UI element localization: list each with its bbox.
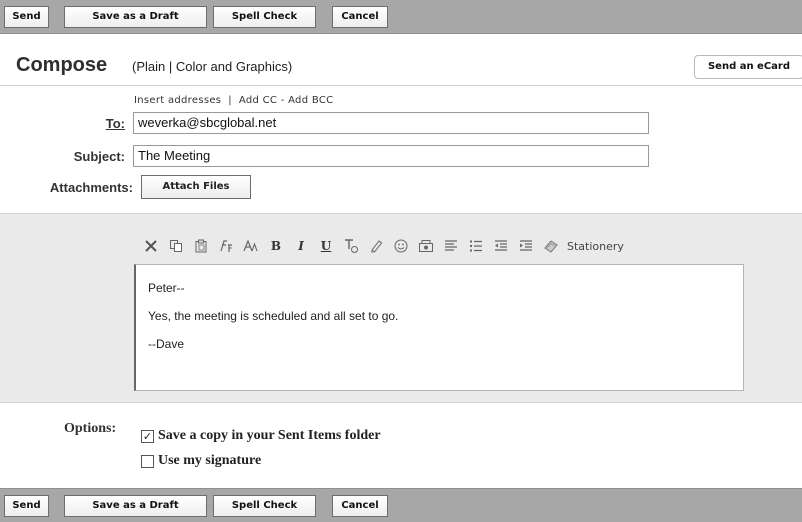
- signature-checkbox[interactable]: [141, 454, 154, 468]
- to-field[interactable]: weverka@sbcglobal.net: [133, 112, 649, 134]
- align-icon[interactable]: [440, 235, 462, 257]
- address-link-separator: |: [221, 95, 239, 106]
- subject-field[interactable]: The Meeting: [133, 145, 649, 167]
- signature-label: Use my signature: [158, 453, 262, 468]
- subject-label: Subject:: [73, 149, 125, 164]
- save-copy-checkbox[interactable]: ✓: [141, 429, 154, 443]
- message-line: Yes, the meeting is scheduled and all se…: [148, 309, 399, 323]
- page-title: Compose: [16, 54, 108, 76]
- spell-check-button[interactable]: Spell Check: [213, 495, 316, 517]
- message-line: --Dave: [148, 337, 185, 351]
- add-bcc-link[interactable]: Add BCC: [288, 95, 333, 106]
- color-graphics-mode-link[interactable]: Color and Graphics: [176, 59, 288, 74]
- attachments-label: Attachments:: [49, 180, 133, 195]
- mode-close-paren: ): [287, 59, 293, 74]
- attach-files-button[interactable]: Attach Files: [141, 175, 251, 199]
- address-links: Insert addresses | Add CC - Add BCC: [134, 95, 333, 106]
- stationery-link[interactable]: Stationery: [567, 240, 624, 253]
- formatting-toolbar: B I U Stationery: [140, 235, 624, 257]
- font-face-icon[interactable]: [215, 235, 237, 257]
- bulleted-list-icon[interactable]: [465, 235, 487, 257]
- paste-icon[interactable]: [190, 235, 212, 257]
- compose-mode-switch: (Plain | Color and Graphics): [132, 59, 292, 74]
- message-body-editor[interactable]: Peter-- Yes, the meeting is scheduled an…: [134, 264, 744, 391]
- save-copy-option[interactable]: ✓ Save a copy in your Sent Items folder: [141, 428, 381, 444]
- message-line: Peter--: [148, 281, 185, 295]
- spell-check-button[interactable]: Spell Check: [213, 6, 316, 28]
- cut-icon[interactable]: [140, 235, 162, 257]
- cancel-button[interactable]: Cancel: [332, 495, 388, 517]
- bold-icon[interactable]: B: [265, 235, 287, 257]
- italic-icon[interactable]: I: [290, 235, 312, 257]
- header-divider: [0, 85, 802, 86]
- bottom-toolbar: Send Save as a Draft Spell Check Cancel: [0, 488, 802, 522]
- insert-image-icon[interactable]: [415, 235, 437, 257]
- cancel-button[interactable]: Cancel: [332, 6, 388, 28]
- underline-icon[interactable]: U: [315, 235, 337, 257]
- font-size-icon[interactable]: [240, 235, 262, 257]
- to-label-link[interactable]: To:: [30, 116, 125, 131]
- copy-icon[interactable]: [165, 235, 187, 257]
- text-color-icon[interactable]: [340, 235, 362, 257]
- save-draft-button[interactable]: Save as a Draft: [64, 6, 207, 28]
- send-button[interactable]: Send: [4, 6, 49, 28]
- compose-header: Compose (Plain | Color and Graphics) Sen…: [0, 49, 802, 85]
- add-cc-link[interactable]: Add CC: [239, 95, 277, 106]
- highlight-icon[interactable]: [365, 235, 387, 257]
- address-link-separator: -: [277, 95, 289, 106]
- save-copy-label: Save a copy in your Sent Items folder: [158, 428, 381, 443]
- save-draft-button[interactable]: Save as a Draft: [64, 495, 207, 517]
- signature-option[interactable]: Use my signature: [141, 453, 261, 469]
- options-label: Options:: [64, 421, 117, 436]
- mode-separator: |: [165, 59, 176, 74]
- outdent-icon[interactable]: [490, 235, 512, 257]
- stationery-icon[interactable]: [540, 235, 562, 257]
- top-toolbar: Send Save as a Draft Spell Check Cancel: [0, 0, 802, 34]
- indent-icon[interactable]: [515, 235, 537, 257]
- emoticon-icon[interactable]: [390, 235, 412, 257]
- send-button[interactable]: Send: [4, 495, 49, 517]
- plain-mode-link[interactable]: Plain: [136, 59, 165, 74]
- send-ecard-button[interactable]: Send an eCard: [694, 55, 802, 79]
- insert-addresses-link[interactable]: Insert addresses: [134, 95, 221, 106]
- editor-area: B I U Stationery Peter-- Yes, the meetin…: [0, 213, 802, 403]
